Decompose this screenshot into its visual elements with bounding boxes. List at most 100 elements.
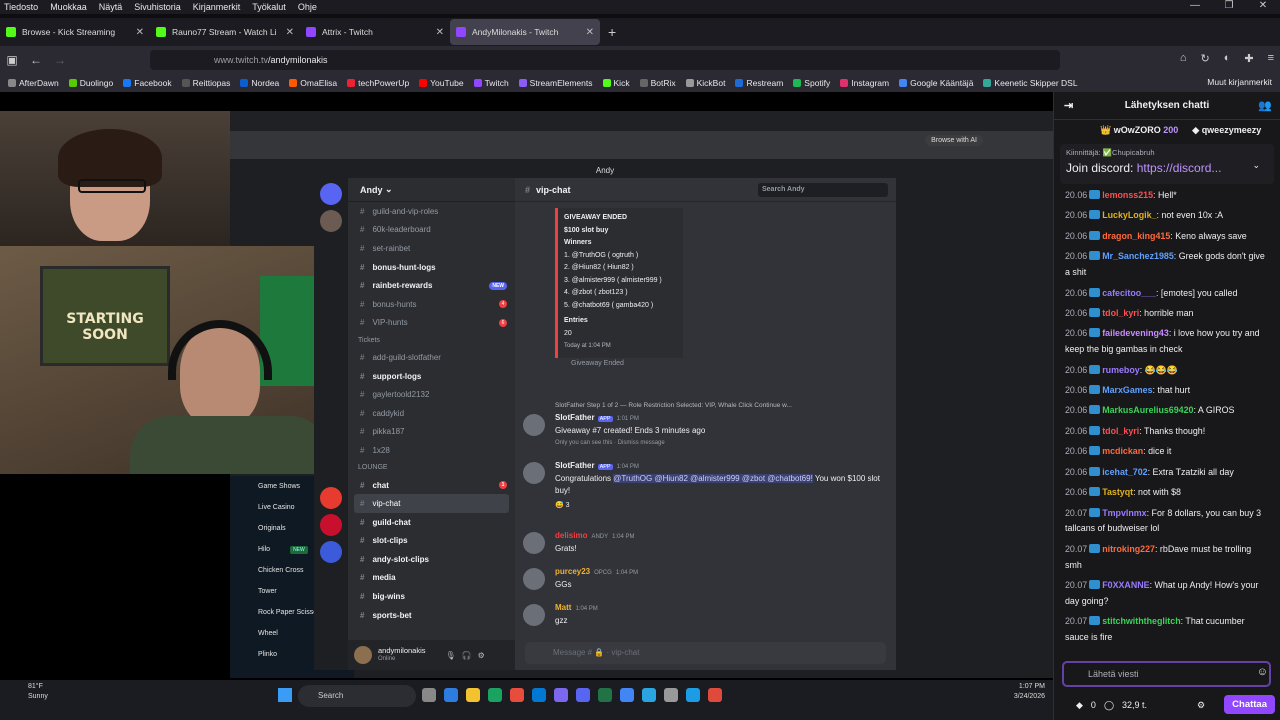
channel-item[interactable]: # bonus-hunts 4: [348, 295, 515, 314]
menu-icon[interactable]: ≡: [1268, 52, 1274, 65]
bookmark-item[interactable]: Duolingo: [68, 78, 113, 88]
app-icon[interactable]: [598, 688, 612, 702]
app-icon[interactable]: [444, 688, 458, 702]
chat-username[interactable]: tdol_kyri: [1102, 426, 1139, 436]
chat-username[interactable]: LuckyLogik_: [1102, 210, 1156, 220]
menu-item[interactable]: Työkalut: [252, 2, 286, 12]
server-icon[interactable]: [320, 210, 342, 232]
category-lounge[interactable]: LOUNGE: [348, 460, 515, 476]
chat-username[interactable]: MarxGames: [1102, 385, 1152, 395]
server-icon[interactable]: [320, 487, 342, 509]
channel-item[interactable]: # big-wins: [348, 587, 515, 606]
app-icon[interactable]: [620, 688, 634, 702]
bookmark-item[interactable]: OmaElisa: [289, 78, 337, 88]
app-icon[interactable]: [554, 688, 568, 702]
settings-icon[interactable]: ⚙: [1197, 700, 1205, 711]
app-icon[interactable]: [466, 688, 480, 702]
menu-item[interactable]: Näytä: [99, 2, 123, 12]
avatar[interactable]: [523, 604, 545, 626]
reaction[interactable]: 😅 3: [555, 500, 883, 512]
message-input[interactable]: Message # 🔒 · vip-chat: [525, 642, 886, 664]
server-icon[interactable]: [320, 541, 342, 563]
menu-item[interactable]: Tiedosto: [4, 2, 38, 12]
leader-entry[interactable]: 👑 wOwZORO 200: [1100, 125, 1178, 136]
bookmark-item[interactable]: AfterDawn: [8, 78, 59, 88]
chat-username[interactable]: dragon_king415: [1102, 231, 1170, 241]
chat-username[interactable]: Mr_Sanchez1985: [1102, 251, 1174, 261]
leader-entry[interactable]: ◆ qweezymeezy: [1192, 125, 1261, 136]
avatar[interactable]: [523, 462, 545, 484]
chat-send-button[interactable]: Chattaa: [1224, 695, 1275, 714]
discord-home-icon[interactable]: [320, 183, 342, 205]
bookmark-item[interactable]: Instagram: [840, 78, 889, 88]
extensions-icon[interactable]: ✚: [1244, 52, 1253, 65]
app-icon[interactable]: [642, 688, 656, 702]
avatar[interactable]: [523, 568, 545, 590]
chat-username[interactable]: rumeboy: [1102, 365, 1139, 375]
app-icon[interactable]: [708, 688, 722, 702]
channel-points-icon[interactable]: ◯: [1104, 700, 1114, 711]
chat-username[interactable]: nitroking227: [1102, 544, 1155, 554]
close-tab-icon[interactable]: ✕: [286, 27, 294, 38]
windows-start-icon[interactable]: [278, 688, 292, 702]
tab-rauno[interactable]: Rauno77 Stream - Watch Li ✕: [150, 19, 300, 45]
channel-item[interactable]: # caddykid: [348, 404, 515, 423]
channel-item[interactable]: # add-guild-slotfather: [348, 348, 515, 367]
bookmark-item[interactable]: Twitch: [473, 78, 509, 88]
channel-item[interactable]: # VIP-hunts 6: [348, 314, 515, 333]
channel-item[interactable]: # rainbet-rewards NEW: [348, 276, 515, 295]
restore-icon[interactable]: ❐: [1212, 0, 1246, 11]
channel-item[interactable]: # media: [348, 569, 515, 588]
tab-kick[interactable]: Browse - Kick Streaming ✕: [0, 19, 150, 45]
extension-icon[interactable]: ◐: [1224, 52, 1231, 65]
app-icon[interactable]: [686, 688, 700, 702]
bookmark-item[interactable]: Restream: [735, 78, 783, 88]
bookmark-item[interactable]: StreamElements: [518, 78, 593, 88]
channel-item[interactable]: # gaylertoold2132: [348, 385, 515, 404]
address-bar[interactable]: www.twitch.tv/andymilonakis: [150, 50, 1060, 70]
headset-icon[interactable]: 🎧: [462, 651, 472, 660]
chevron-down-icon[interactable]: ⌄: [1252, 160, 1260, 171]
channel-item[interactable]: # sports-bet: [348, 606, 515, 625]
author[interactable]: purcey23: [555, 567, 590, 576]
chat-username[interactable]: Tmpvlnmx: [1102, 508, 1146, 518]
author[interactable]: delisimo: [555, 531, 587, 540]
category-tickets[interactable]: Tickets: [348, 332, 515, 348]
forward-icon[interactable]: →: [48, 53, 72, 67]
channel-item[interactable]: # chat 1: [348, 476, 515, 495]
channel-item[interactable]: # pikka187: [348, 423, 515, 442]
menu-item[interactable]: Ohje: [298, 2, 317, 12]
app-icon[interactable]: [576, 688, 590, 702]
avatar[interactable]: [523, 414, 545, 436]
chat-username[interactable]: MarkusAurelius69420: [1102, 405, 1193, 415]
channel-item[interactable]: # guild-and-vip-roles: [348, 202, 515, 221]
giveaway-ended-button[interactable]: Giveaway Ended: [571, 360, 624, 367]
bookmark-item[interactable]: techPowerUp: [347, 78, 409, 88]
new-tab-icon[interactable]: +: [608, 24, 616, 40]
reload-icon[interactable]: ↻: [1200, 52, 1209, 65]
tab-attrix[interactable]: Attrix - Twitch ✕: [300, 19, 450, 45]
author[interactable]: SlotFather: [555, 413, 595, 422]
emote-icon[interactable]: ☺: [1257, 666, 1268, 678]
server-icon[interactable]: [320, 514, 342, 536]
app-icon[interactable]: [422, 688, 436, 702]
mic-icon[interactable]: 🎙: [446, 651, 456, 660]
close-tab-icon[interactable]: ✕: [136, 27, 144, 38]
chat-username[interactable]: Tastyqt: [1102, 487, 1133, 497]
bookmark-item[interactable]: Reittiopas: [181, 78, 230, 88]
bits-icon[interactable]: ◆: [1076, 700, 1083, 711]
chat-username[interactable]: mcdickan: [1102, 446, 1143, 456]
taskbar-search[interactable]: Search: [298, 685, 416, 707]
app-icon[interactable]: [488, 688, 502, 702]
search-input[interactable]: Search Andy: [758, 183, 888, 197]
author[interactable]: Matt: [555, 603, 571, 612]
bookmark-item[interactable]: Google Kääntäjä: [899, 78, 973, 88]
chat-username[interactable]: F0XXANNE: [1102, 580, 1149, 590]
channel-item[interactable]: #1x28: [348, 441, 515, 460]
tab-andymilonakis[interactable]: AndyMilonakis - Twitch ✕: [450, 19, 600, 45]
channel-item[interactable]: # bonus-hunt-logs: [348, 258, 515, 277]
app-icon[interactable]: [664, 688, 678, 702]
collapse-chat-icon[interactable]: ⇥: [1064, 99, 1073, 112]
author[interactable]: SlotFather: [555, 461, 595, 470]
pinned-message[interactable]: Kiinnittäjä: ✅Chupicabruh Join discord: …: [1060, 144, 1274, 184]
